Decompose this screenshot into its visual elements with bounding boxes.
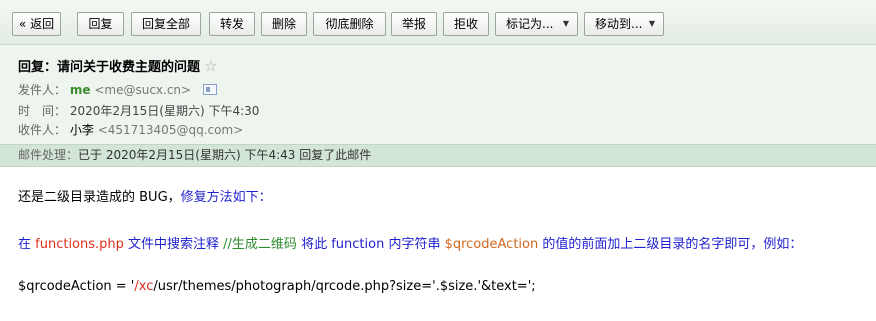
sender-email: <me@sucx.cn> bbox=[94, 83, 192, 97]
reply-button[interactable]: 回复 bbox=[77, 12, 124, 36]
code-text: /usr/themes/photograph/qrcode.php?size='… bbox=[153, 279, 536, 294]
mail-subject: 回复：请问关于收费主题的问题 ☆ bbox=[18, 56, 217, 75]
time-value: 2020年2月15日(星期六) 下午4:30 bbox=[69, 104, 260, 118]
delete-permanently-button[interactable]: 彻底删除 bbox=[313, 12, 386, 36]
code-comment: //生成二维码 bbox=[223, 237, 297, 252]
contact-card-icon[interactable] bbox=[202, 84, 217, 95]
mail-toolbar: « 返回 回复 回复全部 转发 删除 彻底删除 举报 拒收 标记为... ▼ 移… bbox=[0, 0, 876, 45]
body-text: 文件中搜索注释 bbox=[123, 237, 224, 252]
chevron-down-icon: ▼ bbox=[562, 19, 569, 28]
body-text: 还是二级目录造成的 BUG， bbox=[18, 190, 181, 205]
file-name: functions.php bbox=[35, 237, 124, 252]
mark-as-label: 标记为... bbox=[506, 17, 554, 31]
status-text: 已于 2020年2月15日(星期六) 下午4:43 回复了此邮件 bbox=[78, 148, 372, 162]
code-highlight: /xc bbox=[134, 279, 154, 294]
body-text: 在 bbox=[18, 237, 36, 252]
body-text-highlight: 修复方法如下： bbox=[180, 190, 272, 205]
report-button[interactable]: 举报 bbox=[391, 12, 437, 36]
forward-button[interactable]: 转发 bbox=[209, 12, 255, 36]
chevron-down-icon: ▼ bbox=[648, 19, 655, 28]
variable-name: $qrcodeAction bbox=[444, 237, 539, 252]
recipient-name[interactable]: 小李 bbox=[70, 123, 94, 137]
delete-button[interactable]: 删除 bbox=[261, 12, 307, 36]
body-text: 将此 function 内字符串 bbox=[296, 237, 445, 252]
sender-row: 发件人： me <me@sucx.cn> bbox=[18, 81, 217, 98]
sender-name[interactable]: me bbox=[70, 83, 91, 97]
status-label: 邮件处理： bbox=[18, 148, 79, 162]
star-icon[interactable]: ☆ bbox=[204, 57, 217, 75]
body-line-1: 还是二级目录造成的 BUG，修复方法如下： bbox=[18, 186, 272, 205]
reject-button[interactable]: 拒收 bbox=[443, 12, 489, 36]
mail-status-bar: 邮件处理：已于 2020年2月15日(星期六) 下午4:43 回复了此邮件 bbox=[0, 144, 876, 167]
move-to-dropdown[interactable]: 移动到... ▼ bbox=[584, 12, 664, 36]
mark-as-dropdown[interactable]: 标记为... ▼ bbox=[495, 12, 578, 36]
time-label: 时 间： bbox=[18, 104, 67, 118]
recipient-label: 收件人： bbox=[18, 123, 67, 137]
code-text: $qrcodeAction = ' bbox=[18, 279, 135, 294]
time-row: 时 间： 2020年2月15日(星期六) 下午4:30 bbox=[18, 102, 259, 119]
move-to-label: 移动到... bbox=[595, 17, 643, 31]
reply-all-button[interactable]: 回复全部 bbox=[131, 12, 201, 36]
subject-text: 回复：请问关于收费主题的问题 bbox=[18, 60, 201, 75]
body-line-3: $qrcodeAction = '/xc/usr/themes/photogra… bbox=[18, 279, 536, 294]
body-line-2: 在 functions.php 文件中搜索注释 //生成二维码 将此 funct… bbox=[18, 233, 802, 252]
recipient-row: 收件人： 小李 <451713405@qq.com> bbox=[18, 121, 243, 138]
recipient-email: <451713405@qq.com> bbox=[97, 123, 244, 137]
back-button[interactable]: « 返回 bbox=[12, 12, 61, 36]
sender-label: 发件人： bbox=[18, 83, 67, 97]
body-text: 的值的前面加上二级目录的名字即可，例如： bbox=[538, 237, 803, 252]
